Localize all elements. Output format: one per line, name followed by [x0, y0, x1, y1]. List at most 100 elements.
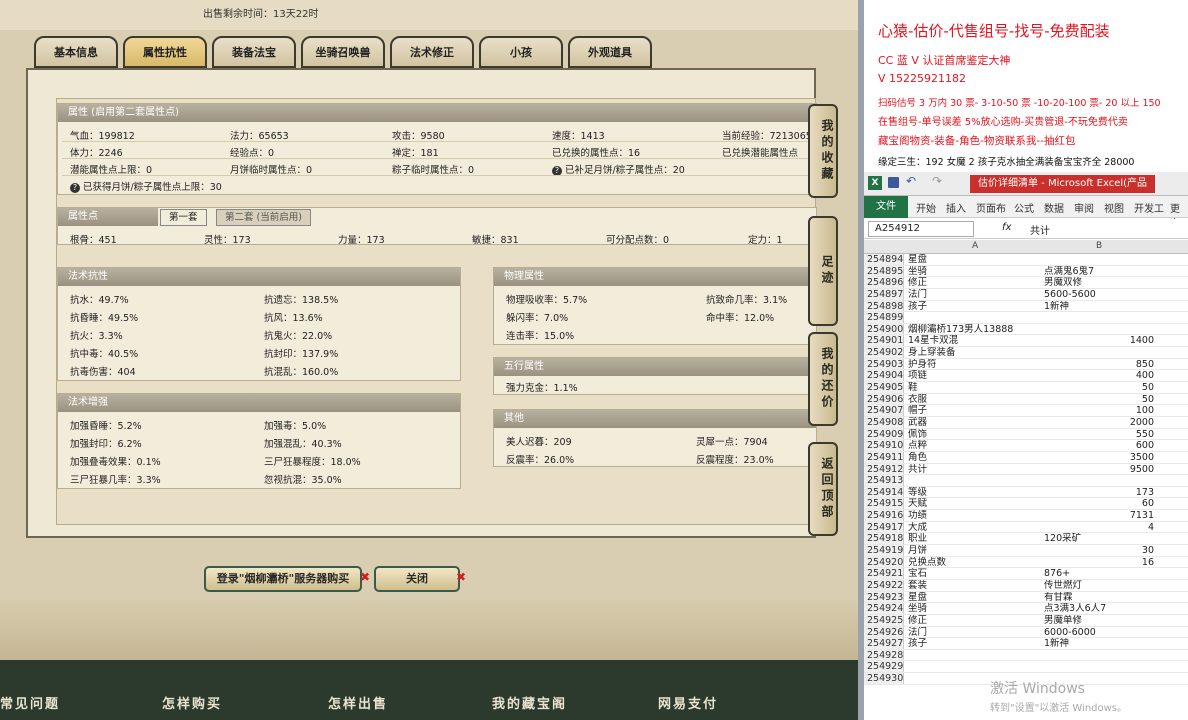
- row-number[interactable]: 254911: [864, 451, 904, 463]
- cell-a[interactable]: 法门: [908, 627, 1042, 639]
- cell-a[interactable]: 孩子: [908, 638, 1042, 650]
- row-number[interactable]: 254929: [864, 661, 904, 672]
- cell-b[interactable]: 男魔单修: [1044, 615, 1154, 627]
- cell-a[interactable]: 坐骑: [908, 603, 1042, 615]
- row-number[interactable]: 254917: [864, 521, 904, 533]
- side-tab-favorites[interactable]: 我的收藏: [808, 104, 838, 198]
- cell-b[interactable]: 550: [1044, 429, 1154, 441]
- cell-a[interactable]: 帽子: [908, 405, 1042, 417]
- table-row[interactable]: 254919 月饼 30: [864, 545, 1188, 557]
- formula-input[interactable]: 共计: [1030, 222, 1050, 237]
- table-row[interactable]: 254923 星盘 有甘霖: [864, 591, 1188, 604]
- row-number[interactable]: 254899: [864, 312, 904, 323]
- tab-spell-correction[interactable]: 法术修正: [390, 36, 474, 68]
- ribbon-tab[interactable]: 页面布: [976, 200, 1006, 215]
- row-number[interactable]: 254895: [864, 265, 904, 277]
- cell-a[interactable]: 月饼: [908, 545, 1042, 557]
- cell-a[interactable]: 职业: [908, 533, 1042, 545]
- close-button[interactable]: 关闭: [374, 566, 460, 592]
- cell-a[interactable]: 大成: [908, 522, 1042, 534]
- row-number[interactable]: 254914: [864, 486, 904, 498]
- ribbon-tab[interactable]: 数据: [1044, 200, 1064, 215]
- cell-b[interactable]: 传世燃灯: [1044, 580, 1154, 592]
- cell-b[interactable]: 50: [1044, 382, 1154, 394]
- side-tab-counteroffers[interactable]: 我的还价: [808, 332, 838, 426]
- table-row[interactable]: 254910 点粹 600: [864, 440, 1188, 452]
- footer-faq[interactable]: 常见问题: [0, 693, 60, 712]
- cell-a[interactable]: 坐骑: [908, 266, 1042, 278]
- cell-b[interactable]: 60: [1044, 498, 1154, 510]
- cell-b[interactable]: 100: [1044, 405, 1154, 417]
- row-number[interactable]: 254912: [864, 463, 904, 475]
- ribbon-tab[interactable]: 插入: [946, 200, 966, 215]
- table-row[interactable]: 254929: [864, 661, 1188, 674]
- cell-a[interactable]: 等级: [908, 487, 1042, 499]
- tab-appearance[interactable]: 外观道具: [568, 36, 652, 68]
- cell-a[interactable]: 烟柳灞桥173男人13888: [908, 324, 1042, 336]
- cell-b[interactable]: 3500: [1044, 452, 1154, 464]
- login-buy-button[interactable]: 登录"烟柳灞桥"服务器购买: [204, 566, 362, 592]
- row-number[interactable]: 254897: [864, 288, 904, 300]
- row-number[interactable]: 254905: [864, 382, 904, 393]
- table-row[interactable]: 254908 武器 2000: [864, 416, 1188, 429]
- table-row[interactable]: 254903 护身符 850: [864, 358, 1188, 371]
- table-row[interactable]: 254904 项链 400: [864, 370, 1188, 383]
- ribbon-tab-file[interactable]: 文件: [864, 196, 908, 218]
- row-number[interactable]: 254921: [864, 568, 904, 579]
- row-number[interactable]: 254902: [864, 347, 904, 358]
- cell-a[interactable]: 身上穿装备: [908, 347, 1042, 359]
- table-row[interactable]: 254926 法门 6000-6000: [864, 626, 1188, 639]
- fx-icon[interactable]: fx: [1002, 222, 1011, 233]
- table-row[interactable]: 254924 坐骑 点3满3人6人7: [864, 603, 1188, 615]
- table-row[interactable]: 254918 职业 120采矿: [864, 533, 1188, 546]
- row-number[interactable]: 254898: [864, 300, 904, 312]
- cell-a[interactable]: 衣服: [908, 394, 1042, 406]
- row-number[interactable]: 254908: [864, 416, 904, 428]
- cell-a[interactable]: 修正: [908, 615, 1042, 627]
- row-number[interactable]: 254916: [864, 510, 904, 521]
- table-row[interactable]: 254925 修正 男魔单修: [864, 614, 1188, 627]
- cell-a[interactable]: 宝石: [908, 568, 1042, 580]
- ribbon-tab[interactable]: 公式: [1014, 200, 1034, 215]
- cell-b[interactable]: 点3满3人6人7: [1044, 603, 1154, 615]
- cell-a[interactable]: 项链: [908, 370, 1042, 382]
- row-number[interactable]: 254910: [864, 440, 904, 451]
- cell-a[interactable]: 套装: [908, 580, 1042, 592]
- side-tab-back-to-top[interactable]: 返回顶部: [808, 442, 838, 536]
- side-tab-history[interactable]: 足迹: [808, 216, 838, 326]
- cell-b[interactable]: 1新神: [1044, 301, 1154, 313]
- cell-b[interactable]: 4: [1044, 522, 1154, 534]
- subtab-second-set[interactable]: 第二套 (当前启用): [216, 209, 311, 226]
- cell-a[interactable]: 14星卡双混: [908, 335, 1042, 347]
- cell-a[interactable]: 武器: [908, 417, 1042, 429]
- row-number[interactable]: 254915: [864, 498, 904, 509]
- row-number[interactable]: 254923: [864, 591, 904, 603]
- table-row[interactable]: 254921 宝石 876+: [864, 568, 1188, 580]
- tab-equipment[interactable]: 装备法宝: [212, 36, 296, 68]
- ribbon-tab[interactable]: 审阅: [1074, 200, 1094, 215]
- cell-a[interactable]: 角色: [908, 452, 1042, 464]
- subtab-first-set[interactable]: 第一套: [160, 209, 207, 226]
- column-a-header[interactable]: A: [972, 241, 978, 251]
- row-number[interactable]: 254925: [864, 614, 904, 626]
- cell-b[interactable]: 120采矿: [1044, 533, 1154, 545]
- row-number[interactable]: 254926: [864, 626, 904, 638]
- row-number[interactable]: 254927: [864, 638, 904, 649]
- table-row[interactable]: 254928: [864, 649, 1188, 662]
- cell-b[interactable]: 600: [1044, 440, 1154, 452]
- footer-my-treasure[interactable]: 我的藏宝阁: [492, 693, 567, 712]
- table-row[interactable]: 254900 烟柳灞桥173男人13888: [864, 323, 1188, 336]
- table-row[interactable]: 254927 孩子 1新神: [864, 638, 1188, 650]
- table-row[interactable]: 254906 衣服 50: [864, 393, 1188, 406]
- cell-a[interactable]: 共计: [908, 464, 1042, 476]
- cell-b[interactable]: 173: [1044, 487, 1154, 499]
- redo-icon[interactable]: ↷: [932, 174, 942, 188]
- table-row[interactable]: 254899: [864, 312, 1188, 324]
- footer-how-to-sell[interactable]: 怎样出售: [328, 693, 388, 712]
- cell-b[interactable]: 30: [1044, 545, 1154, 557]
- row-number[interactable]: 254896: [864, 277, 904, 288]
- cell-a[interactable]: 修正: [908, 277, 1042, 289]
- tab-children[interactable]: 小孩: [479, 36, 563, 68]
- table-row[interactable]: 254915 天赋 60: [864, 498, 1188, 511]
- row-number[interactable]: 254928: [864, 649, 904, 661]
